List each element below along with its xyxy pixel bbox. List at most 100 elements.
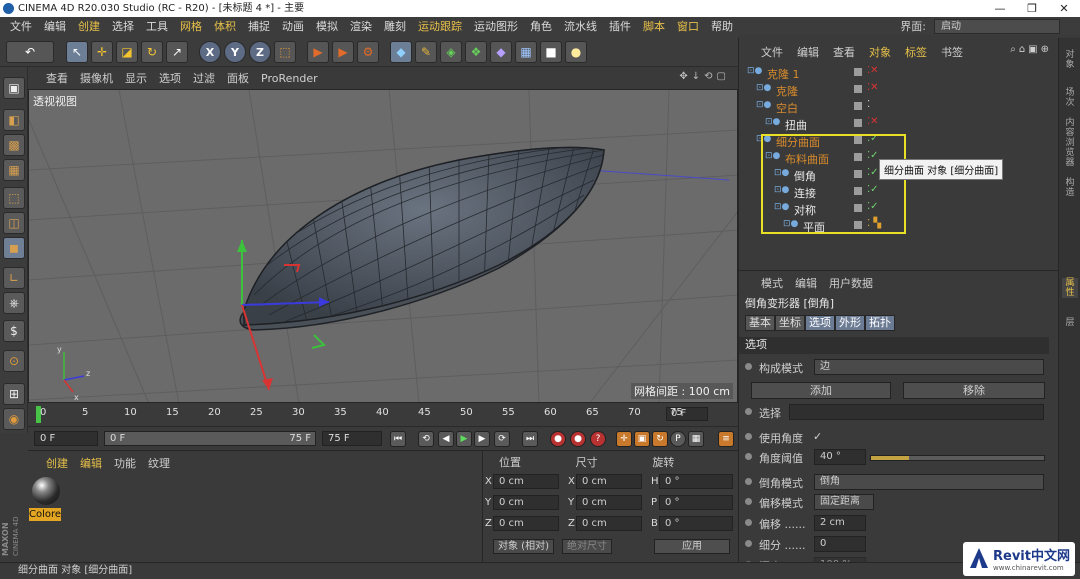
menu-item[interactable]: 编辑 — [38, 18, 72, 34]
menu-item[interactable]: 模拟 — [310, 18, 344, 34]
size-y-field[interactable]: 0 cm — [576, 495, 642, 510]
menu-item[interactable]: 运动跟踪 — [412, 18, 468, 34]
visibility-toggle[interactable] — [854, 102, 862, 110]
menu-item[interactable]: 角色 — [524, 18, 558, 34]
render-view-icon[interactable]: ▶ — [307, 41, 329, 63]
attribute-subtab[interactable]: 选项 — [805, 315, 835, 331]
minimize-icon[interactable]: — — [984, 0, 1016, 17]
material-menu-item[interactable]: 纹理 — [148, 455, 170, 471]
offset-field[interactable]: 2 cm — [814, 515, 866, 531]
attribute-subtab[interactable]: 外形 — [835, 315, 865, 331]
live-selection-icon[interactable]: ↖ — [66, 41, 88, 63]
next-frame-icon[interactable]: ▶ — [474, 431, 490, 447]
y-axis-lock-icon[interactable]: Y — [224, 41, 246, 63]
keyframe-selection-icon[interactable]: ? — [590, 431, 606, 447]
workplane-lock-icon[interactable]: ⊙ — [3, 350, 25, 372]
animate-dot[interactable] — [745, 408, 752, 415]
animate-dot[interactable] — [745, 498, 752, 505]
menu-item[interactable]: 工具 — [140, 18, 174, 34]
pen-icon[interactable]: ✎ — [415, 41, 437, 63]
timeline-menu-icon[interactable]: ≡ — [718, 431, 734, 447]
attribute-subtab[interactable]: 坐标 — [775, 315, 805, 331]
position-x-field[interactable]: 0 cm — [493, 474, 559, 489]
menu-item[interactable]: 创建 — [72, 18, 106, 34]
angle-threshold-slider[interactable] — [870, 455, 1045, 461]
add-button[interactable]: 添加 — [751, 382, 891, 399]
object-manager-tool-icons[interactable]: ⌕⌂▣⊕ — [1010, 44, 1052, 55]
visibility-toggle[interactable] — [854, 85, 862, 93]
key-parameter-icon[interactable]: P — [670, 431, 686, 447]
rotation-b-field[interactable]: 0 ° — [659, 516, 733, 531]
rotate-icon[interactable]: ↻ — [141, 41, 163, 63]
menu-item[interactable]: 脚本 — [637, 18, 671, 34]
object-row[interactable]: ⊡● 克隆 ⁚✕ — [739, 81, 1059, 98]
go-to-start-icon[interactable]: ⏮ — [390, 431, 406, 447]
z-axis-lock-icon[interactable]: Z — [249, 41, 271, 63]
viewport-nav-icons[interactable]: ✥↓⟲▢ — [679, 71, 730, 82]
rotation-h-field[interactable]: 0 ° — [659, 474, 733, 489]
previous-key-icon[interactable]: ⟲ — [418, 431, 434, 447]
build-mode-dropdown[interactable]: 边 — [814, 359, 1044, 375]
layout-select[interactable]: 启动 — [934, 18, 1060, 34]
menu-item[interactable]: 捕捉 — [242, 18, 276, 34]
viewport-menu-item[interactable]: 面板 — [227, 70, 249, 86]
subdivision-field[interactable]: 0 — [814, 536, 866, 552]
offset-mode-dropdown[interactable]: 固定距离 — [814, 494, 874, 510]
object-row[interactable]: ⊡● 克隆 1 ⁚✕ — [739, 64, 1059, 81]
camera-icon[interactable]: ■ — [540, 41, 562, 63]
right-tab[interactable]: 场次 — [1062, 88, 1078, 108]
play-icon[interactable]: ▶ — [456, 431, 472, 447]
record-keys-icon[interactable]: ● — [550, 431, 566, 447]
key-rotation-icon[interactable]: ↻ — [652, 431, 668, 447]
undo-button[interactable]: ↶ — [6, 41, 54, 63]
object-row[interactable]: ⊡● 空白 ⁚ — [739, 98, 1059, 115]
tag-icon[interactable]: ⁚ — [867, 99, 870, 110]
close-icon[interactable]: ✕ — [1048, 0, 1080, 17]
deformer-icon[interactable]: ◆ — [490, 41, 512, 63]
object-row[interactable]: ⊡● 扭曲 ⁚✕ — [739, 115, 1059, 132]
subdivision-icon[interactable]: ◈ — [440, 41, 462, 63]
bevel-mode-dropdown[interactable]: 倒角 — [814, 474, 1044, 490]
position-y-field[interactable]: 0 cm — [493, 495, 559, 510]
object-name[interactable]: 克隆 1 — [767, 66, 800, 82]
solo-icon[interactable]: ◉ — [3, 408, 25, 430]
material-menu-item[interactable]: 创建 — [46, 455, 68, 471]
make-editable-icon[interactable]: ▣ — [3, 77, 25, 99]
end-frame-field[interactable]: 75 F — [322, 431, 382, 446]
viewport-menu-item[interactable]: ProRender — [261, 72, 318, 85]
menu-item[interactable]: 雕刻 — [378, 18, 412, 34]
attribute-menu-item[interactable]: 模式 — [761, 275, 783, 291]
material-name[interactable]: Colore — [29, 508, 61, 521]
object-menu-item[interactable]: 对象 — [869, 44, 891, 60]
animate-dot[interactable] — [745, 363, 752, 370]
workplane-icon[interactable]: ▦ — [3, 159, 25, 181]
snap-icon[interactable]: $ — [3, 320, 25, 342]
menu-item[interactable]: 帮助 — [705, 18, 739, 34]
remove-button[interactable]: 移除 — [903, 382, 1045, 399]
animate-dot[interactable] — [745, 453, 752, 460]
menu-item[interactable]: 渲染 — [344, 18, 378, 34]
menu-item[interactable]: 体积 — [208, 18, 242, 34]
size-mode-dropdown[interactable]: 绝对尺寸 — [561, 539, 612, 554]
use-angle-checkbox[interactable]: ✓ — [813, 430, 822, 443]
autokey-icon[interactable]: ● — [570, 431, 586, 447]
visibility-toggle[interactable] — [854, 68, 862, 76]
animate-dot[interactable] — [745, 433, 752, 440]
cloner-icon[interactable]: ❖ — [465, 41, 487, 63]
frame-range-slider[interactable]: 0 F 75 F — [104, 431, 316, 446]
material-preview-sphere[interactable] — [32, 477, 60, 505]
coordinate-system-icon[interactable]: ⬚ — [274, 41, 296, 63]
animate-dot[interactable] — [745, 478, 752, 485]
viewport-menu-item[interactable]: 过滤 — [193, 70, 215, 86]
menu-item[interactable]: 插件 — [603, 18, 637, 34]
visibility-toggle[interactable] — [854, 119, 862, 127]
viewport-menu-item[interactable]: 显示 — [125, 70, 147, 86]
right-tab[interactable]: 属性 — [1062, 278, 1078, 298]
viewport-menu-item[interactable]: 选项 — [159, 70, 181, 86]
right-tab[interactable]: 构造 — [1062, 178, 1078, 198]
polygons-mode-icon[interactable]: ◼ — [3, 237, 25, 259]
attribute-subtab[interactable]: 基本 — [745, 315, 775, 331]
apply-button[interactable]: 应用 — [654, 539, 730, 554]
angle-threshold-field[interactable]: 40 ° — [814, 449, 866, 465]
go-to-end-icon[interactable]: ⏭ — [522, 431, 538, 447]
